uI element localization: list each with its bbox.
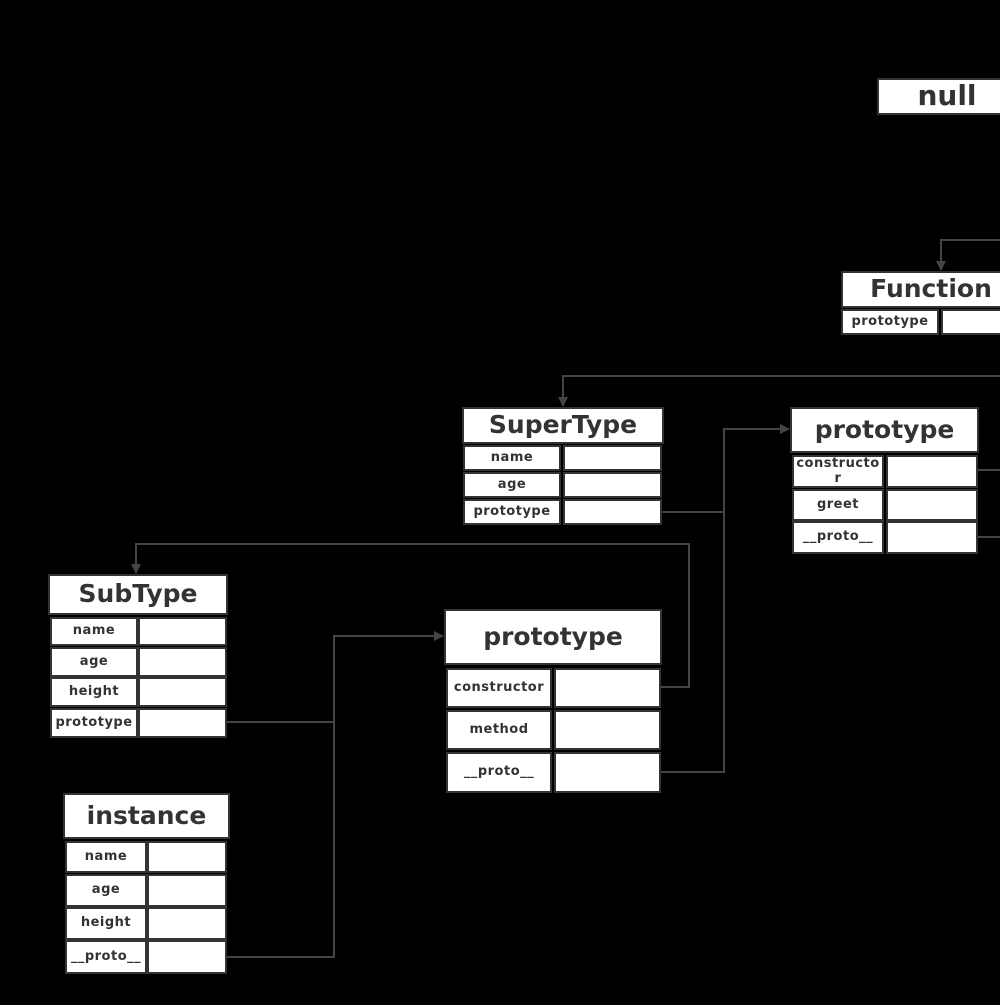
field-label: __proto__ <box>446 752 552 793</box>
field-label: constructor <box>792 455 884 488</box>
field-label: height <box>65 907 147 940</box>
field-label: name <box>50 617 138 646</box>
field-label: prototype <box>50 708 138 738</box>
field-label: greet <box>792 489 884 521</box>
box-title: Function <box>841 271 1000 308</box>
field-value-slot <box>554 752 661 793</box>
field-value-slot <box>147 907 227 940</box>
field-label: __proto__ <box>792 521 884 554</box>
field-label: constructor <box>446 668 552 708</box>
box-title: null <box>877 78 1000 115</box>
field-label: prototype <box>463 499 561 525</box>
subtype-proto-chain-link <box>661 429 725 773</box>
box-title: prototype <box>790 407 979 453</box>
field-label: name <box>463 445 561 471</box>
field-label: height <box>50 677 138 707</box>
field-label: age <box>65 874 147 907</box>
supertype-prototype-link <box>662 424 790 513</box>
field-label: method <box>446 710 552 750</box>
field-value-slot <box>147 841 227 873</box>
field-label: age <box>50 647 138 677</box>
box-title: SubType <box>48 574 228 615</box>
field-value-slot <box>554 710 661 750</box>
field-value-slot <box>941 309 1000 335</box>
field-value-slot <box>554 668 661 708</box>
field-value-slot <box>563 499 662 525</box>
field-value-slot <box>563 472 662 498</box>
field-value-slot <box>138 647 227 677</box>
field-value-slot <box>138 677 227 707</box>
field-label: __proto__ <box>65 940 147 974</box>
box-title: instance <box>63 793 230 839</box>
field-value-slot <box>563 445 662 471</box>
subtype-prototype-link <box>227 631 444 723</box>
instance-proto-link <box>227 722 335 958</box>
box-title: prototype <box>444 609 662 665</box>
field-label: prototype <box>841 309 939 335</box>
field-value-slot <box>138 617 227 646</box>
box-title: SuperType <box>462 407 664 444</box>
supertype-link <box>558 375 1000 407</box>
function-link <box>936 239 1000 271</box>
field-label: age <box>463 472 561 498</box>
field-value-slot <box>886 455 978 488</box>
field-value-slot <box>147 940 227 974</box>
field-value-slot <box>138 708 227 738</box>
field-label: name <box>65 841 147 873</box>
field-value-slot <box>147 874 227 907</box>
field-value-slot <box>886 489 978 521</box>
field-value-slot <box>886 521 978 554</box>
